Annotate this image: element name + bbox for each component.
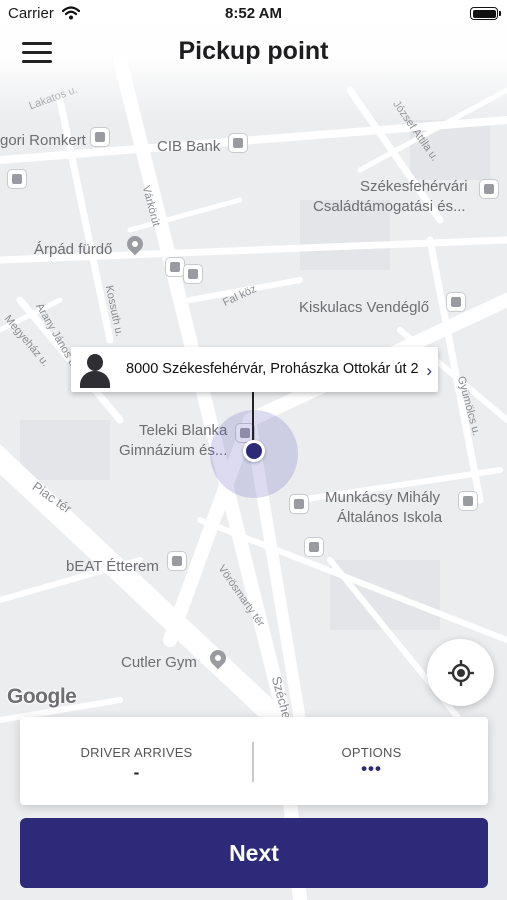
map-label-arpad: Árpád fürdő bbox=[34, 241, 113, 258]
pickup-address-callout[interactable]: 8000 Székesfehérvár, Prohászka Ottokár ú… bbox=[71, 347, 438, 392]
driver-arrives-value: - bbox=[133, 763, 140, 782]
camera-icon bbox=[8, 170, 26, 188]
pickup-location-marker[interactable] bbox=[243, 440, 265, 462]
bus-stop-icon bbox=[166, 258, 184, 276]
status-time: 8:52 AM bbox=[225, 5, 282, 22]
map-label-csalad-2: Családtámogatási és... bbox=[313, 198, 466, 215]
bus-stop-icon bbox=[184, 265, 202, 283]
crosshair-location-icon bbox=[448, 660, 474, 686]
battery-icon bbox=[470, 7, 501, 20]
government-building-icon bbox=[480, 180, 498, 198]
bus-stop-icon bbox=[290, 495, 308, 513]
restaurant-icon bbox=[168, 552, 186, 570]
person-icon bbox=[77, 352, 113, 388]
bank-icon bbox=[229, 134, 247, 152]
school-icon bbox=[459, 492, 477, 510]
museum-icon bbox=[91, 128, 109, 146]
map-label-cib-bank: CIB Bank bbox=[157, 138, 221, 155]
bus-stop-icon bbox=[305, 538, 323, 556]
ride-info-panel: DRIVER ARRIVES - OPTIONS ••• bbox=[20, 717, 488, 805]
map-label-csalad-1: Székesfehérvári bbox=[360, 178, 468, 195]
map-label-cutler: Cutler Gym bbox=[121, 654, 197, 671]
my-location-button[interactable] bbox=[427, 639, 494, 706]
options-label: OPTIONS bbox=[341, 745, 402, 760]
restaurant-icon bbox=[447, 293, 465, 311]
callout-pointer bbox=[252, 392, 254, 440]
chevron-right-icon: › bbox=[426, 361, 432, 380]
map-label-munkacsy-1: Munkácsy Mihály bbox=[325, 489, 441, 506]
driver-arrives-label: DRIVER ARRIVES bbox=[80, 745, 193, 760]
more-options-icon: ••• bbox=[361, 759, 382, 778]
options-button[interactable]: OPTIONS ••• bbox=[255, 717, 488, 805]
map-label-beat: bEAT Étterem bbox=[66, 558, 159, 575]
map-label-munkacsy-2: Általános Iskola bbox=[337, 509, 443, 526]
driver-arrives-section: DRIVER ARRIVES - bbox=[20, 717, 253, 805]
nav-header: Pickup point bbox=[0, 28, 507, 78]
pickup-address-text: 8000 Székesfehérvár, Prohászka Ottokár ú… bbox=[126, 361, 419, 377]
info-divider bbox=[252, 742, 254, 782]
next-button[interactable]: Next bbox=[20, 818, 488, 888]
map-label-kiskulacs: Kiskulacs Vendéglő bbox=[299, 299, 430, 316]
google-logo: Google bbox=[7, 685, 77, 708]
status-bar: Carrier 8:52 AM bbox=[0, 0, 507, 28]
map-label-romkert: gori Romkert bbox=[0, 132, 86, 149]
page-title: Pickup point bbox=[178, 37, 329, 65]
